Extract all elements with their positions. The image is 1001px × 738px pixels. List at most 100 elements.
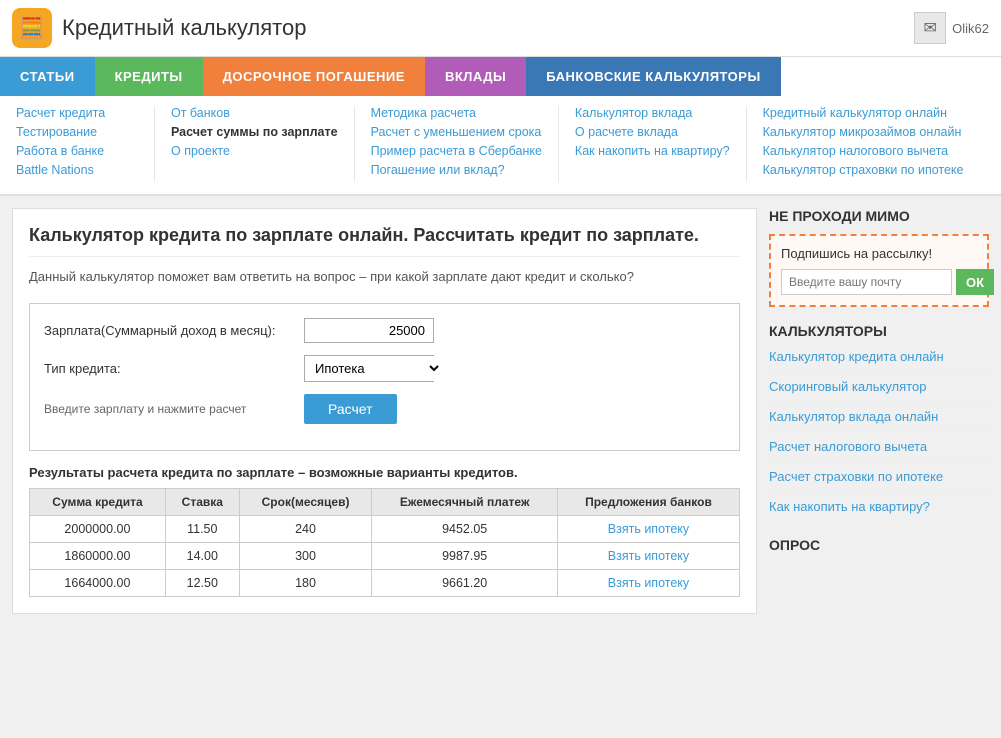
col-header-payment: Ежемесячный платеж	[372, 488, 558, 515]
sidebar-calc-link-2[interactable]: Калькулятор вклада онлайн	[769, 409, 938, 424]
results-title: Результаты расчета кредита по зарплате –…	[29, 465, 740, 480]
salary-input[interactable]	[304, 318, 434, 343]
main-layout: Калькулятор кредита по зарплате онлайн. …	[0, 196, 1001, 626]
cell-sum: 1664000.00	[30, 569, 166, 596]
cell-sum: 1860000.00	[30, 542, 166, 569]
credit-type-label: Тип кредита:	[44, 361, 304, 376]
menu-link-about-deposit[interactable]: О расчете вклада	[575, 125, 730, 139]
mortgage-link[interactable]: Взять ипотеку	[608, 522, 689, 536]
calc-hint: Введите зарплату и нажмите расчет	[44, 402, 304, 416]
page-title: Калькулятор кредита по зарплате онлайн. …	[29, 225, 740, 257]
menu-link-battle-nations[interactable]: Battle Nations	[16, 163, 138, 177]
menu-col-4: Калькулятор вклада О расчете вклада Как …	[559, 106, 747, 182]
cell-term: 240	[239, 515, 372, 542]
header: 🧮 Кредитный калькулятор ✉ Olik62	[0, 0, 1001, 57]
newsletter-box: Подпишись на рассылку! ОК	[769, 234, 989, 307]
menu-link-save-apartment[interactable]: Как накопить на квартиру?	[575, 144, 730, 158]
newsletter-row: ОК	[781, 269, 977, 295]
mortgage-link[interactable]: Взять ипотеку	[608, 549, 689, 563]
menu-link-work-bank[interactable]: Работа в банке	[16, 144, 138, 158]
nav-bar: СТАТЬИ КРЕДИТЫ ДОСРОЧНОЕ ПОГАШЕНИЕ ВКЛАД…	[0, 57, 1001, 96]
nav-item-bank-calcs[interactable]: БАНКОВСКИЕ КАЛЬКУЛЯТОРЫ	[526, 57, 780, 96]
cell-link[interactable]: Взять ипотеку	[557, 542, 739, 569]
menu-link-about[interactable]: О проекте	[171, 144, 338, 158]
menu-col-1: Расчет кредита Тестирование Работа в бан…	[0, 106, 155, 182]
user-icon: ✉	[914, 12, 946, 44]
calculators-section: КАЛЬКУЛЯТОРЫ Калькулятор кредита онлайнС…	[769, 323, 989, 521]
sidebar-calc-link-4[interactable]: Расчет страховки по ипотеке	[769, 469, 943, 484]
cell-rate: 12.50	[165, 569, 239, 596]
cell-link[interactable]: Взять ипотеку	[557, 515, 739, 542]
calculator-form: Зарплата(Суммарный доход в месяц): Тип к…	[29, 303, 740, 451]
cell-sum: 2000000.00	[30, 515, 166, 542]
newsletter-submit-button[interactable]: ОК	[956, 269, 994, 295]
menu-col-5: Кредитный калькулятор онлайн Калькулятор…	[747, 106, 980, 182]
sidebar-calc-item: Калькулятор вклада онлайн	[769, 409, 989, 432]
header-title: Кредитный калькулятор	[62, 15, 306, 41]
menu-link-microloan-calc[interactable]: Калькулятор микрозаймов онлайн	[763, 125, 964, 139]
nav-item-articles[interactable]: СТАТЬИ	[0, 57, 95, 96]
cell-term: 180	[239, 569, 372, 596]
header-left: 🧮 Кредитный калькулятор	[12, 8, 306, 48]
mortgage-link[interactable]: Взять ипотеку	[608, 576, 689, 590]
nav-item-credits[interactable]: КРЕДИТЫ	[95, 57, 203, 96]
header-user: ✉ Olik62	[914, 12, 989, 44]
salary-label: Зарплата(Суммарный доход в месяц):	[44, 323, 304, 338]
cell-payment: 9452.05	[372, 515, 558, 542]
sidebar-calc-item: Калькулятор кредита онлайн	[769, 349, 989, 372]
calculate-button[interactable]: Расчет	[304, 394, 397, 424]
cell-payment: 9987.95	[372, 542, 558, 569]
app-icon: 🧮	[12, 8, 52, 48]
menu-link-calc-credit[interactable]: Расчет кредита	[16, 106, 138, 120]
newsletter-input[interactable]	[781, 269, 952, 295]
opros-title: ОПРОС	[769, 537, 989, 553]
credit-type-select-wrapper: Ипотека Потребительский Автокредит	[304, 355, 434, 382]
sidebar-calc-link-1[interactable]: Скоринговый калькулятор	[769, 379, 926, 394]
menu-link-sberbank-example[interactable]: Пример расчета в Сбербанке	[371, 144, 542, 158]
main-content: Калькулятор кредита по зарплате онлайн. …	[12, 208, 757, 614]
col-header-offers: Предложения банков	[557, 488, 739, 515]
sidebar-calc-item: Расчет страховки по ипотеке	[769, 469, 989, 492]
opros-section: ОПРОС	[769, 537, 989, 553]
menu-link-testing[interactable]: Тестирование	[16, 125, 138, 139]
salary-row: Зарплата(Суммарный доход в месяц):	[44, 318, 725, 343]
cell-link[interactable]: Взять ипотеку	[557, 569, 739, 596]
menu-link-insurance-calc[interactable]: Калькулятор страховки по ипотеке	[763, 163, 964, 177]
sidebar-calc-item: Расчет налогового вычета	[769, 439, 989, 462]
menu-link-deposit-calc[interactable]: Калькулятор вклада	[575, 106, 730, 120]
menu-link-method[interactable]: Методика расчета	[371, 106, 542, 120]
sidebar-calc-link-0[interactable]: Калькулятор кредита онлайн	[769, 349, 944, 364]
nav-item-deposits[interactable]: ВКЛАДЫ	[425, 57, 526, 96]
sidebar-calc-item: Как накопить на квартиру?	[769, 499, 989, 521]
menu-col-2: От банков Расчет суммы по зарплате О про…	[155, 106, 355, 182]
page-desc: Данный калькулятор поможет вам ответить …	[29, 267, 740, 287]
sidebar-calc-link-5[interactable]: Как накопить на квартиру?	[769, 499, 930, 514]
menu-link-calc-salary[interactable]: Расчет суммы по зарплате	[171, 125, 338, 139]
table-header-row: Сумма кредита Ставка Срок(месяцев) Ежеме…	[30, 488, 740, 515]
calculators-list: Калькулятор кредита онлайн Скоринговый ка…	[769, 349, 989, 521]
menu-link-credit-online[interactable]: Кредитный калькулятор онлайн	[763, 106, 964, 120]
cell-rate: 14.00	[165, 542, 239, 569]
table-row: 2000000.00 11.50 240 9452.05 Взять ипоте…	[30, 515, 740, 542]
sidebar-calc-link-3[interactable]: Расчет налогового вычета	[769, 439, 927, 454]
menu-col-3: Методика расчета Расчет с уменьшением ср…	[355, 106, 559, 182]
newsletter-label: Подпишись на рассылку!	[781, 246, 977, 261]
col-header-term: Срок(месяцев)	[239, 488, 372, 515]
results-table: Сумма кредита Ставка Срок(месяцев) Ежеме…	[29, 488, 740, 597]
hint-row: Введите зарплату и нажмите расчет Расчет	[44, 394, 725, 424]
col-header-sum: Сумма кредита	[30, 488, 166, 515]
menu-link-tax-deduction-calc[interactable]: Калькулятор налогового вычета	[763, 144, 964, 158]
cell-rate: 11.50	[165, 515, 239, 542]
menu-area: Расчет кредита Тестирование Работа в бан…	[0, 96, 1001, 196]
credit-type-row: Тип кредита: Ипотека Потребительский Авт…	[44, 355, 725, 382]
nav-item-early-payment[interactable]: ДОСРОЧНОЕ ПОГАШЕНИЕ	[203, 57, 425, 96]
sidebar-calc-item: Скоринговый калькулятор	[769, 379, 989, 402]
newsletter-section: НЕ ПРОХОДИ МИМО Подпишись на рассылку! О…	[769, 208, 989, 307]
cell-term: 300	[239, 542, 372, 569]
menu-link-from-banks[interactable]: От банков	[171, 106, 338, 120]
username: Olik62	[952, 21, 989, 36]
newsletter-title: НЕ ПРОХОДИ МИМО	[769, 208, 989, 224]
menu-link-reduce-term[interactable]: Расчет с уменьшением срока	[371, 125, 542, 139]
credit-type-select[interactable]: Ипотека Потребительский Автокредит	[305, 356, 442, 381]
menu-link-payment-or-deposit[interactable]: Погашение или вклад?	[371, 163, 542, 177]
